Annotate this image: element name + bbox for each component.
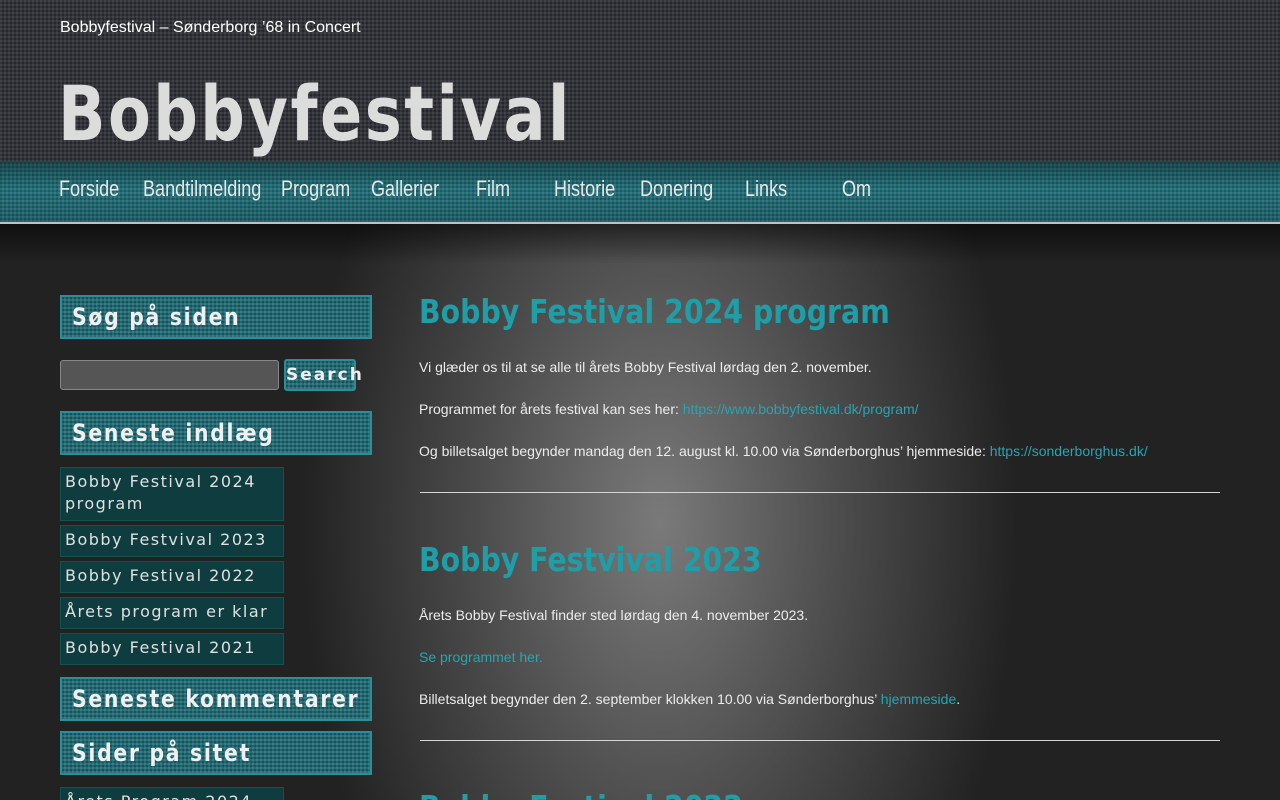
post-paragraph: Vi glæder os til at se alle til årets Bo… (419, 359, 872, 375)
search-button[interactable]: Search (284, 359, 362, 391)
post-text-end: . (956, 691, 961, 707)
nav-item-film[interactable]: Film (476, 176, 510, 202)
post-text: Og billetsalget begynder mandag den 12. … (419, 443, 990, 459)
post-divider (420, 492, 1220, 493)
homepage-link[interactable]: hjemmeside (881, 691, 956, 707)
post-paragraph: Årets Bobby Festival finder sted lørdag … (419, 607, 809, 623)
widget-title-recent-posts: Seneste indlæg (60, 411, 372, 455)
recent-post-link[interactable]: Bobby Festvival 2023 (60, 525, 284, 557)
nav-item-om[interactable]: Om (842, 176, 871, 202)
nav-item-forside[interactable]: Forside (59, 176, 119, 202)
sonderborghus-link[interactable]: https://sonderborghus.dk/ (990, 443, 1148, 459)
site-tagline: Bobbyfestival – Sønderborg ’68 in Concer… (60, 19, 361, 36)
site-title[interactable]: Bobbyfestival (58, 66, 572, 162)
recent-post-link[interactable]: Bobby Festival 2022 (60, 561, 284, 593)
main-area: Søg på siden Search Seneste indlæg Bobby… (0, 224, 1280, 800)
search-input[interactable] (60, 360, 279, 390)
recent-post-link[interactable]: Bobby Festival 2021 (60, 633, 284, 665)
see-program-link[interactable]: Se programmet her. (419, 649, 543, 665)
nav-item-bandtilmelding[interactable]: Bandtilmelding (143, 176, 261, 202)
post-divider (420, 740, 1220, 741)
site-header: Bobbyfestival – Sønderborg ’68 in Concer… (0, 0, 1280, 162)
post-title[interactable]: Bobby Festival 2022 (419, 788, 743, 800)
post-text: Billetsalget begynder den 2. september k… (419, 691, 881, 707)
widget-title-pages-label: Sider på sitet (72, 739, 252, 767)
widget-title-recent-comments: Seneste kommentarer (60, 677, 372, 721)
post-title[interactable]: Bobby Festival 2024 program (419, 292, 890, 331)
nav-item-gallerier[interactable]: Gallerier (371, 176, 439, 202)
widget-title-search: Søg på siden (60, 295, 372, 339)
widget-title-recent-posts-label: Seneste indlæg (72, 419, 275, 447)
post-text: Programmet for årets festival kan ses he… (419, 401, 683, 417)
recent-post-link[interactable]: Bobby Festival 2024 program (60, 467, 284, 521)
main-navigation: Forside Bandtilmelding Program Gallerier… (0, 162, 1280, 224)
nav-item-program[interactable]: Program (281, 176, 350, 202)
post-paragraph: Og billetsalget begynder mandag den 12. … (419, 443, 1148, 459)
nav-item-donering[interactable]: Donering (640, 176, 713, 202)
nav-item-historie[interactable]: Historie (554, 176, 615, 202)
widget-title-search-label: Søg på siden (72, 303, 241, 331)
widget-title-pages: Sider på sitet (60, 731, 372, 775)
post-paragraph: Billetsalget begynder den 2. september k… (419, 691, 960, 707)
post-title[interactable]: Bobby Festvival 2023 (419, 540, 762, 579)
post-paragraph: Programmet for årets festival kan ses he… (419, 401, 919, 417)
nav-item-links[interactable]: Links (745, 176, 787, 202)
widget-title-recent-comments-label: Seneste kommentarer (72, 685, 360, 713)
post-paragraph: Se programmet her. (419, 649, 543, 665)
recent-post-link[interactable]: Årets program er klar (60, 597, 284, 629)
page-link[interactable]: Årets Program 2024 (60, 787, 284, 800)
program-link[interactable]: https://www.bobbyfestival.dk/program/ (683, 401, 919, 417)
